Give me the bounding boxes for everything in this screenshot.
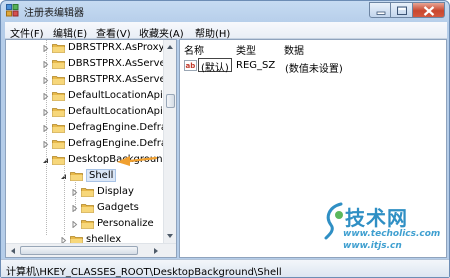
value-type: REG_SZ: [236, 60, 276, 71]
minimize-button[interactable]: [369, 2, 391, 18]
scroll-left-icon[interactable]: [7, 245, 19, 257]
annotation-arrow: [117, 156, 158, 166]
menu-file[interactable]: 文件(F): [10, 25, 44, 40]
scroll-down-icon[interactable]: [164, 230, 176, 242]
tree-vertical-scrollbar[interactable]: [163, 40, 176, 243]
watermark-logo-text: 技术网: [345, 206, 408, 230]
menu-view[interactable]: 查看(V): [96, 25, 131, 40]
scroll-right-icon[interactable]: [150, 245, 162, 257]
svg-text:ab: ab: [186, 62, 196, 70]
scroll-up-icon[interactable]: [164, 41, 176, 53]
registry-tree[interactable]: DBRSTPRX.AsProxy.1 DBRSTPRX.AsServer DBRST…: [5, 39, 177, 258]
watermark-url-2: www.itjs.cn: [343, 241, 402, 251]
maximize-button[interactable]: [391, 2, 413, 18]
menu-help[interactable]: 帮助(H): [195, 25, 230, 40]
status-path: 计算机\HKEY_CLASSES_ROOT\DesktopBackground\…: [6, 267, 282, 278]
tree-horizontal-scroll-thumb[interactable]: [20, 246, 138, 255]
maximize-icon: [397, 6, 407, 15]
value-row[interactable]: ab (默认) REG_SZ (数值未设置): [182, 58, 442, 75]
window-title: 注册表编辑器: [24, 8, 84, 19]
string-value-icon: ab: [184, 60, 197, 71]
tree-horizontal-scrollbar[interactable]: [6, 243, 176, 257]
close-button[interactable]: [413, 2, 445, 18]
menu-favorites[interactable]: 收藏夹(A): [139, 25, 184, 40]
menu-bar: 文件(F) 编辑(E) 查看(V) 收藏夹(A) 帮助(H): [5, 22, 447, 40]
column-header-type[interactable]: 类型: [236, 40, 256, 57]
value-data: (数值未设置): [285, 64, 343, 75]
registry-editor-window: 注册表编辑器 文件(F) 编辑(E) 查看(V) 收藏夹(A) 帮助(H) DB…: [0, 0, 450, 278]
column-header-data[interactable]: 数据: [284, 40, 304, 57]
tree-vertical-scroll-thumb[interactable]: [166, 94, 175, 108]
watermark: 技术网 www.techolics.com www.itjs.cn: [323, 199, 447, 259]
column-header-name[interactable]: 名称: [184, 40, 204, 57]
registry-editor-icon: [6, 4, 19, 17]
close-icon: [423, 6, 435, 16]
menu-edit[interactable]: 编辑(E): [53, 25, 87, 40]
status-bar: 计算机\HKEY_CLASSES_ROOT\DesktopBackground\…: [1, 259, 449, 278]
watermark-url-1: www.techolics.com: [343, 229, 441, 239]
title-bar[interactable]: 注册表编辑器: [1, 1, 449, 21]
minimize-icon: [376, 11, 386, 15]
value-name[interactable]: (默认): [198, 58, 232, 74]
